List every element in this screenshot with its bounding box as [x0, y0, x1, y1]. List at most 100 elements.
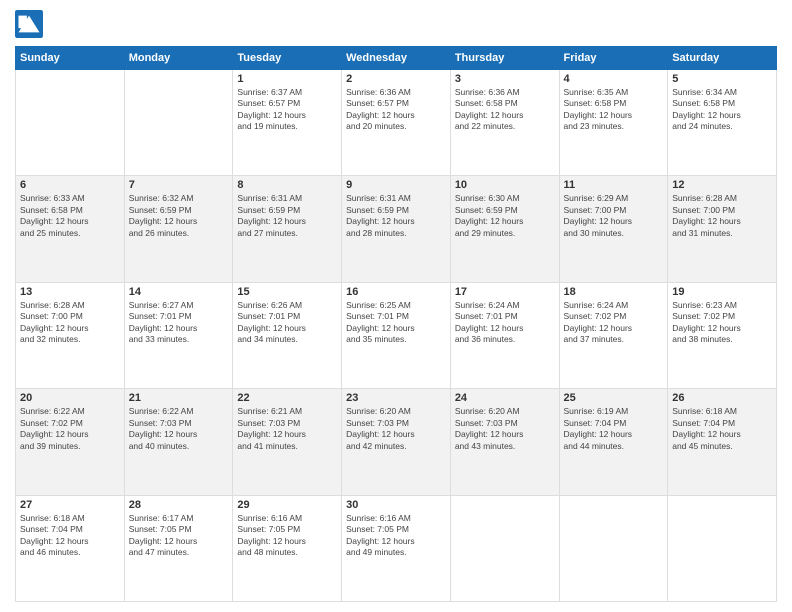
day-number: 9 — [346, 179, 446, 191]
calendar-cell: 14 Sunrise: 6:27 AM Sunset: 7:01 PM Dayli… — [124, 282, 233, 388]
calendar-table: SundayMondayTuesdayWednesdayThursdayFrid… — [15, 46, 777, 602]
day-number: 24 — [455, 392, 555, 404]
header — [15, 10, 777, 38]
day-header-wednesday: Wednesday — [342, 47, 451, 70]
day-header-saturday: Saturday — [668, 47, 777, 70]
calendar-cell: 24 Sunrise: 6:20 AM Sunset: 7:03 PM Dayli… — [450, 389, 559, 495]
day-number: 4 — [564, 73, 664, 85]
week-row-4: 20Sunrise: 6:22 AM Sunset: 7:02 PM Dayli… — [16, 389, 777, 495]
day-number: 21 — [129, 392, 229, 404]
day-header-thursday: Thursday — [450, 47, 559, 70]
calendar-cell: 18 Sunrise: 6:24 AM Sunset: 7:02 PM Dayli… — [559, 282, 668, 388]
day-info: Sunrise: 6:36 AM Sunset: 6:57 PM Dayligh… — [346, 87, 446, 133]
day-number: 27 — [20, 499, 120, 511]
day-number: 14 — [129, 286, 229, 298]
day-number: 6 — [20, 179, 120, 191]
day-number: 29 — [237, 499, 337, 511]
day-info: Sunrise: 6:27 AM Sunset: 7:01 PM Dayligh… — [129, 300, 229, 346]
calendar-cell: 21 Sunrise: 6:22 AM Sunset: 7:03 PM Dayli… — [124, 389, 233, 495]
day-info: Sunrise: 6:36 AM Sunset: 6:58 PM Dayligh… — [455, 87, 555, 133]
calendar-cell: 29 Sunrise: 6:16 AM Sunset: 7:05 PM Dayli… — [233, 495, 342, 601]
calendar-cell — [450, 495, 559, 601]
calendar-cell — [559, 495, 668, 601]
day-header-tuesday: Tuesday — [233, 47, 342, 70]
calendar-cell: 11 Sunrise: 6:29 AM Sunset: 7:00 PM Dayli… — [559, 176, 668, 282]
calendar-cell: 9Sunrise: 6:31 AM Sunset: 6:59 PM Daylig… — [342, 176, 451, 282]
day-header-monday: Monday — [124, 47, 233, 70]
calendar-cell: 13Sunrise: 6:28 AM Sunset: 7:00 PM Dayli… — [16, 282, 125, 388]
day-info: Sunrise: 6:17 AM Sunset: 7:05 PM Dayligh… — [129, 513, 229, 559]
day-number: 30 — [346, 499, 446, 511]
day-number: 18 — [564, 286, 664, 298]
day-info: Sunrise: 6:20 AM Sunset: 7:03 PM Dayligh… — [346, 406, 446, 452]
day-number: 11 — [564, 179, 664, 191]
day-info: Sunrise: 6:22 AM Sunset: 7:02 PM Dayligh… — [20, 406, 120, 452]
calendar-cell: 22Sunrise: 6:21 AM Sunset: 7:03 PM Dayli… — [233, 389, 342, 495]
calendar-cell: 7 Sunrise: 6:32 AM Sunset: 6:59 PM Daylig… — [124, 176, 233, 282]
day-info: Sunrise: 6:16 AM Sunset: 7:05 PM Dayligh… — [237, 513, 337, 559]
day-info: Sunrise: 6:16 AM Sunset: 7:05 PM Dayligh… — [346, 513, 446, 559]
calendar-cell: 10 Sunrise: 6:30 AM Sunset: 6:59 PM Dayli… — [450, 176, 559, 282]
calendar-cell: 1 Sunrise: 6:37 AM Sunset: 6:57 PM Daylig… — [233, 70, 342, 176]
day-number: 15 — [237, 286, 337, 298]
day-number: 2 — [346, 73, 446, 85]
day-number: 19 — [672, 286, 772, 298]
day-info: Sunrise: 6:32 AM Sunset: 6:59 PM Dayligh… — [129, 193, 229, 239]
day-info: Sunrise: 6:24 AM Sunset: 7:01 PM Dayligh… — [455, 300, 555, 346]
calendar-cell — [124, 70, 233, 176]
day-number: 25 — [564, 392, 664, 404]
day-number: 7 — [129, 179, 229, 191]
logo-icon — [15, 10, 43, 38]
day-number: 3 — [455, 73, 555, 85]
day-info: Sunrise: 6:37 AM Sunset: 6:57 PM Dayligh… — [237, 87, 337, 133]
day-info: Sunrise: 6:34 AM Sunset: 6:58 PM Dayligh… — [672, 87, 772, 133]
logo — [15, 10, 47, 38]
calendar-cell: 23Sunrise: 6:20 AM Sunset: 7:03 PM Dayli… — [342, 389, 451, 495]
week-row-1: 1 Sunrise: 6:37 AM Sunset: 6:57 PM Daylig… — [16, 70, 777, 176]
day-info: Sunrise: 6:31 AM Sunset: 6:59 PM Dayligh… — [237, 193, 337, 239]
day-number: 10 — [455, 179, 555, 191]
day-info: Sunrise: 6:20 AM Sunset: 7:03 PM Dayligh… — [455, 406, 555, 452]
day-number: 12 — [672, 179, 772, 191]
day-info: Sunrise: 6:30 AM Sunset: 6:59 PM Dayligh… — [455, 193, 555, 239]
day-number: 1 — [237, 73, 337, 85]
header-row: SundayMondayTuesdayWednesdayThursdayFrid… — [16, 47, 777, 70]
day-number: 17 — [455, 286, 555, 298]
day-number: 26 — [672, 392, 772, 404]
day-info: Sunrise: 6:25 AM Sunset: 7:01 PM Dayligh… — [346, 300, 446, 346]
calendar-cell: 12 Sunrise: 6:28 AM Sunset: 7:00 PM Dayli… — [668, 176, 777, 282]
page: SundayMondayTuesdayWednesdayThursdayFrid… — [0, 0, 792, 612]
calendar-cell: 28 Sunrise: 6:17 AM Sunset: 7:05 PM Dayli… — [124, 495, 233, 601]
calendar-cell: 20Sunrise: 6:22 AM Sunset: 7:02 PM Dayli… — [16, 389, 125, 495]
day-info: Sunrise: 6:18 AM Sunset: 7:04 PM Dayligh… — [672, 406, 772, 452]
calendar-cell: 3 Sunrise: 6:36 AM Sunset: 6:58 PM Daylig… — [450, 70, 559, 176]
day-number: 22 — [237, 392, 337, 404]
day-number: 8 — [237, 179, 337, 191]
day-info: Sunrise: 6:24 AM Sunset: 7:02 PM Dayligh… — [564, 300, 664, 346]
day-number: 13 — [20, 286, 120, 298]
calendar-cell: 17 Sunrise: 6:24 AM Sunset: 7:01 PM Dayli… — [450, 282, 559, 388]
calendar-cell: 4Sunrise: 6:35 AM Sunset: 6:58 PM Daylig… — [559, 70, 668, 176]
calendar-cell: 8 Sunrise: 6:31 AM Sunset: 6:59 PM Daylig… — [233, 176, 342, 282]
calendar-cell: 26 Sunrise: 6:18 AM Sunset: 7:04 PM Dayli… — [668, 389, 777, 495]
day-number: 16 — [346, 286, 446, 298]
week-row-5: 27 Sunrise: 6:18 AM Sunset: 7:04 PM Dayli… — [16, 495, 777, 601]
day-number: 5 — [672, 73, 772, 85]
calendar-cell: 25Sunrise: 6:19 AM Sunset: 7:04 PM Dayli… — [559, 389, 668, 495]
day-info: Sunrise: 6:22 AM Sunset: 7:03 PM Dayligh… — [129, 406, 229, 452]
calendar-cell: 16 Sunrise: 6:25 AM Sunset: 7:01 PM Dayli… — [342, 282, 451, 388]
week-row-2: 6Sunrise: 6:33 AM Sunset: 6:58 PM Daylig… — [16, 176, 777, 282]
week-row-3: 13Sunrise: 6:28 AM Sunset: 7:00 PM Dayli… — [16, 282, 777, 388]
day-info: Sunrise: 6:26 AM Sunset: 7:01 PM Dayligh… — [237, 300, 337, 346]
day-info: Sunrise: 6:28 AM Sunset: 7:00 PM Dayligh… — [672, 193, 772, 239]
calendar-cell: 6Sunrise: 6:33 AM Sunset: 6:58 PM Daylig… — [16, 176, 125, 282]
day-number: 28 — [129, 499, 229, 511]
day-header-friday: Friday — [559, 47, 668, 70]
calendar-cell: 30 Sunrise: 6:16 AM Sunset: 7:05 PM Dayli… — [342, 495, 451, 601]
calendar-cell: 2 Sunrise: 6:36 AM Sunset: 6:57 PM Daylig… — [342, 70, 451, 176]
day-header-sunday: Sunday — [16, 47, 125, 70]
day-info: Sunrise: 6:29 AM Sunset: 7:00 PM Dayligh… — [564, 193, 664, 239]
day-info: Sunrise: 6:18 AM Sunset: 7:04 PM Dayligh… — [20, 513, 120, 559]
calendar-cell: 27 Sunrise: 6:18 AM Sunset: 7:04 PM Dayli… — [16, 495, 125, 601]
calendar-cell: 19Sunrise: 6:23 AM Sunset: 7:02 PM Dayli… — [668, 282, 777, 388]
